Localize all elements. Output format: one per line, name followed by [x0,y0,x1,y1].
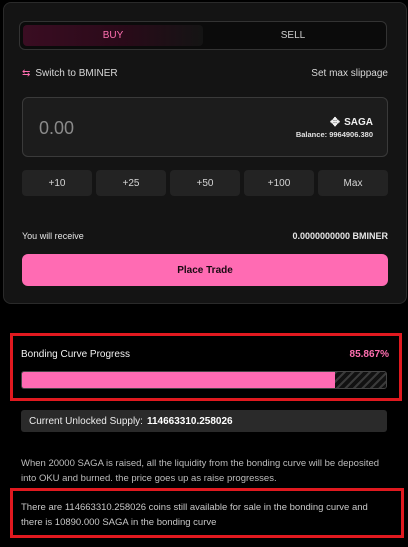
amount-box: ✥ SAGA Balance: 9964906.380 [22,97,388,157]
receive-label: You will receive [22,231,84,241]
token-symbol: SAGA [344,116,373,128]
tab-sell[interactable]: SELL [203,25,383,46]
progress-fill [22,372,335,388]
quick-amount-max-button[interactable]: Max [318,170,388,196]
switch-label: Switch to BMINER [35,68,118,79]
quick-amount-100-button[interactable]: +100 [244,170,314,196]
bonding-curve-percent: 85.867% [349,349,389,360]
highlight-box-progress [10,333,402,401]
amount-input[interactable] [39,116,239,140]
quick-amount-10-button[interactable]: +10 [22,170,92,196]
buy-sell-tabs: BUY SELL [19,21,387,50]
bonding-curve-progress-bar [21,371,387,389]
swap-icon: ⇆ [22,68,31,79]
quick-amounts: +10 +25 +50 +100 Max [22,170,388,196]
supply-value: 114663310.258026 [146,415,233,427]
saga-token-icon: ✥ [330,115,341,129]
token-balance: Balance: 9964906.380 [295,130,373,139]
receive-value: 0.0000000000 BMINER [292,231,388,241]
bonding-info-text: When 20000 SAGA is raised, all the liqui… [21,458,380,484]
set-max-slippage-link[interactable]: Set max slippage [311,68,388,79]
unlocked-supply: Current Unlocked Supply: 114663310.25802… [21,410,387,432]
place-trade-button[interactable]: Place Trade [22,254,388,286]
tab-buy[interactable]: BUY [23,25,203,46]
quick-amount-25-button[interactable]: +25 [96,170,166,196]
bonding-curve-title: Bonding Curve Progress [21,349,130,360]
progress-remaining [334,372,386,388]
quick-amount-50-button[interactable]: +50 [170,170,240,196]
token-selector[interactable]: ✥ SAGA [330,115,373,129]
remaining-supply-text: There are 114663310.258026 coins still a… [21,502,368,528]
switch-token-link[interactable]: ⇆ Switch to BMINER [22,68,118,79]
supply-label: Current Unlocked Supply: [29,415,143,427]
